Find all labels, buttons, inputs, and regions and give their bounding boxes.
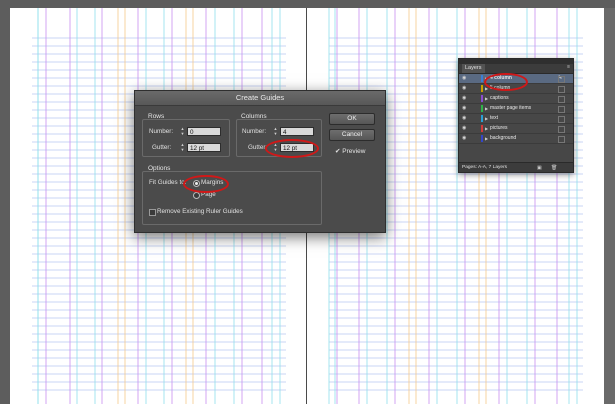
columns-number-label: Number: xyxy=(242,128,267,135)
expand-triangle-icon[interactable]: ▶ xyxy=(485,84,488,93)
ok-button[interactable]: OK xyxy=(329,113,375,125)
rows-number-field[interactable]: 0 xyxy=(187,127,221,136)
rows-gutter-stepper[interactable]: ▲ ▼ xyxy=(180,142,185,152)
expand-triangle-icon[interactable]: ▶ xyxy=(485,104,488,113)
layers-panel: Layers ≡ ◉ ▶ 4 column ✎ ◉ ▶ 5 column ◉ ▶ captions… xyxy=(458,58,574,173)
lock-toggle[interactable] xyxy=(558,96,565,103)
expand-triangle-icon[interactable]: ▶ xyxy=(485,134,488,143)
margins-radio[interactable] xyxy=(193,180,200,187)
columns-gutter-field[interactable]: 12 pt xyxy=(280,143,314,152)
lock-toggle[interactable] xyxy=(558,136,565,143)
layer-row[interactable]: ◉ ▶ pictures xyxy=(459,124,573,134)
options-group-title: Options xyxy=(148,165,171,172)
layer-color-swatch xyxy=(481,75,483,82)
eye-icon[interactable]: ◉ xyxy=(462,94,468,103)
layers-footer: Pages: A-A, 7 Layers ▣ 🗑 xyxy=(459,162,573,172)
layer-color-swatch xyxy=(481,105,483,112)
page-radio[interactable] xyxy=(193,192,200,199)
layer-row[interactable]: ◉ ▶ captions xyxy=(459,94,573,104)
layer-row[interactable]: ◉ ▶ master page items xyxy=(459,104,573,114)
preview-checkbox[interactable]: ✔ Preview xyxy=(335,147,365,155)
lock-toggle[interactable] xyxy=(558,126,565,133)
eye-icon[interactable]: ◉ xyxy=(462,74,468,83)
layer-color-swatch xyxy=(481,115,483,122)
layer-row[interactable]: ◉ ▶ text xyxy=(459,114,573,124)
columns-gutter-label: Gutter: xyxy=(248,144,268,151)
rows-group-title: Rows xyxy=(148,113,165,120)
trash-icon[interactable]: 🗑 xyxy=(551,163,557,173)
new-layer-icon[interactable]: ▣ xyxy=(537,163,542,173)
lock-toggle[interactable] xyxy=(558,106,565,113)
rows-gutter-label: Gutter: xyxy=(152,144,172,151)
expand-triangle-icon[interactable]: ▶ xyxy=(485,114,488,123)
rows-number-label: Number: xyxy=(149,128,174,135)
layer-name: captions xyxy=(490,95,509,101)
layer-row[interactable]: ◉ ▶ 5 column xyxy=(459,84,573,94)
remove-guides-checkbox[interactable] xyxy=(149,209,156,216)
remove-guides-label[interactable]: Remove Existing Ruler Guides xyxy=(157,208,243,215)
expand-triangle-icon[interactable]: ▶ xyxy=(485,124,488,133)
eye-icon[interactable]: ◉ xyxy=(462,84,468,93)
layer-name: 4 column xyxy=(490,75,512,81)
layer-name: 5 column xyxy=(490,85,511,91)
layers-footer-text: Pages: A-A, 7 Layers xyxy=(462,165,508,170)
lock-toggle[interactable] xyxy=(558,116,565,123)
margins-radio-label[interactable]: Margins xyxy=(201,179,223,186)
layer-name: text xyxy=(490,115,499,121)
rows-gutter-field[interactable]: 12 pt xyxy=(187,143,221,152)
checkmark-icon: ✔ xyxy=(335,148,341,155)
page-radio-label[interactable]: Page xyxy=(201,191,216,198)
layer-color-swatch xyxy=(481,85,483,92)
layer-color-swatch xyxy=(481,125,483,132)
lock-toggle[interactable] xyxy=(558,76,565,83)
eye-icon[interactable]: ◉ xyxy=(462,104,468,113)
cancel-button[interactable]: Cancel xyxy=(329,129,375,141)
columns-gutter-stepper[interactable]: ▲ ▼ xyxy=(273,142,278,152)
preview-label: Preview xyxy=(342,148,366,155)
fit-guides-label: Fit Guides to: xyxy=(149,179,187,186)
layer-name: master page items xyxy=(490,105,532,111)
layer-color-swatch xyxy=(481,95,483,102)
eye-icon[interactable]: ◉ xyxy=(462,134,468,143)
rows-number-stepper[interactable]: ▲ ▼ xyxy=(180,126,185,136)
create-guides-dialog: Create Guides Rows Number: ▲ ▼ 0 Gutter: … xyxy=(134,90,386,233)
pasteboard-edge xyxy=(604,8,615,404)
expand-triangle-icon[interactable]: ▶ xyxy=(485,74,488,83)
columns-number-stepper[interactable]: ▲ ▼ xyxy=(273,126,278,136)
layer-row[interactable]: ◉ ▶ background xyxy=(459,134,573,144)
layer-name: background xyxy=(490,135,517,141)
layers-tab[interactable]: Layers xyxy=(459,64,573,74)
expand-triangle-icon[interactable]: ▶ xyxy=(485,94,488,103)
eye-icon[interactable]: ◉ xyxy=(462,114,468,123)
columns-number-field[interactable]: 4 xyxy=(280,127,314,136)
layer-color-swatch xyxy=(481,135,483,142)
panel-menu-icon[interactable]: ≡ xyxy=(567,64,570,70)
layer-row[interactable]: ◉ ▶ 4 column ✎ xyxy=(459,74,573,84)
dialog-title: Create Guides xyxy=(135,91,385,106)
eye-icon[interactable]: ◉ xyxy=(462,124,468,133)
layer-name: pictures xyxy=(490,125,508,131)
lock-toggle[interactable] xyxy=(558,86,565,93)
layers-tab-label: Layers xyxy=(462,64,485,73)
columns-group-title: Columns xyxy=(241,113,267,120)
